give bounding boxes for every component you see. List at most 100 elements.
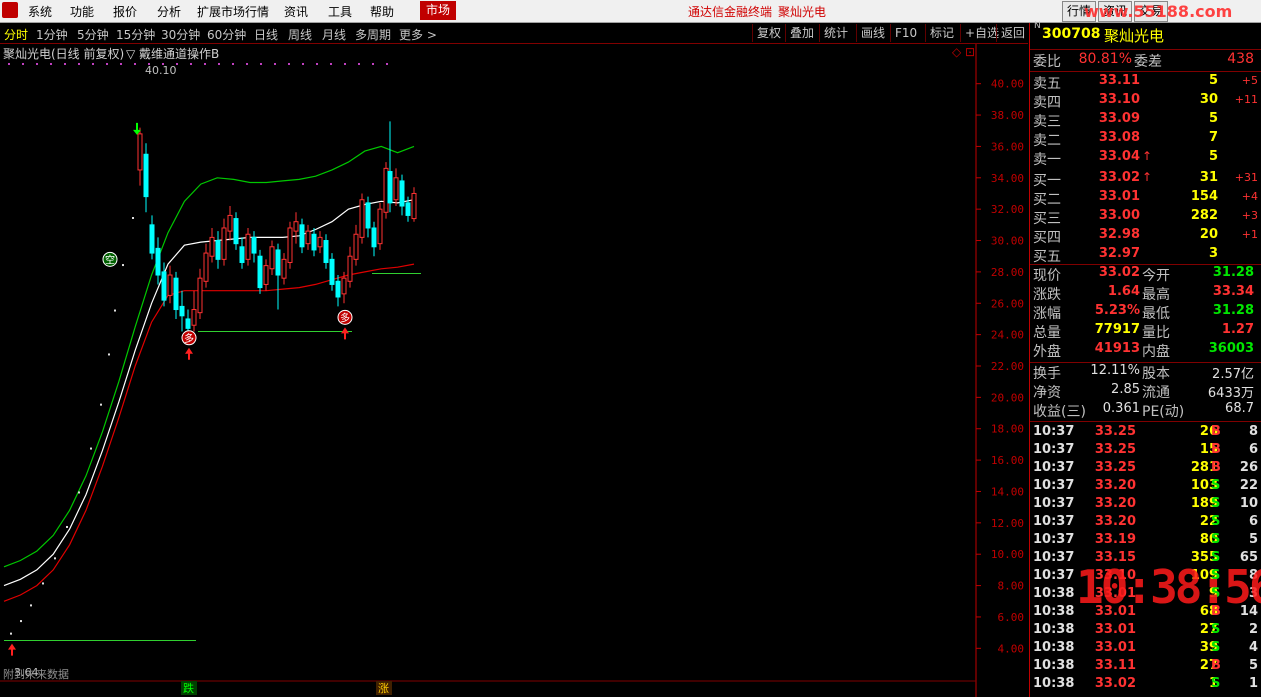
f10-button[interactable]: F10 — [890, 24, 921, 42]
period-15min[interactable]: 15分钟 — [116, 26, 155, 43]
period-monthly[interactable]: 月线 — [322, 26, 346, 43]
menu-news[interactable]: 资讯 — [284, 3, 308, 20]
order-volume: 31 — [1199, 170, 1218, 185]
tick-row: 10:37 33.20 22 S 6 — [1030, 513, 1261, 531]
period-60min[interactable]: 60分钟 — [207, 26, 246, 43]
candle-body — [411, 192, 417, 220]
tick-time: 10:38 — [1033, 640, 1075, 655]
candle-body — [305, 230, 311, 245]
candle-body — [233, 218, 239, 245]
bid-row[interactable]: 买三 33.00 282 +3 — [1030, 207, 1261, 227]
price-axis-label: 8.00 — [998, 580, 1025, 593]
indicator-dot — [358, 63, 360, 65]
indicator-dot — [330, 63, 332, 65]
menu-help[interactable]: 帮助 — [370, 3, 394, 20]
tick-side: S — [1211, 622, 1221, 637]
tick-side: S — [1211, 676, 1221, 691]
chart-expand-icon[interactable]: ◇ ⊡ — [952, 45, 975, 59]
order-volume: 7 — [1208, 130, 1218, 145]
statistics-button[interactable]: 统计 — [819, 24, 852, 42]
weicha-value: 438 — [1227, 51, 1254, 67]
tick-row: 10:38 33.02 1 S 1 — [1030, 675, 1261, 693]
period-1min[interactable]: 1分钟 — [36, 26, 68, 43]
tick-side: B — [1211, 658, 1221, 673]
candle-body — [191, 309, 197, 326]
menu-function[interactable]: 功能 — [70, 3, 94, 20]
app-title: 通达信金融终端 — [688, 5, 773, 19]
tick-row: 10:38 33.01 27 S 2 — [1030, 621, 1261, 639]
order-change: +4 — [1241, 190, 1258, 203]
bid-row[interactable]: 买四 32.98 20 +1 — [1030, 226, 1261, 246]
quote-panel: N 300708 聚灿光电 委比 80.81% 委差 438 卖五 33.11 5 +… — [1029, 21, 1261, 697]
order-level-label: 买五 — [1033, 249, 1061, 265]
stat-label: 今开 — [1142, 268, 1170, 284]
price-axis-label: 30.00 — [991, 235, 1024, 248]
ask-row[interactable]: 卖四 33.10 30 +11 — [1030, 91, 1261, 111]
candle-body — [209, 236, 215, 257]
period-multi[interactable]: 多周期 — [355, 26, 391, 43]
high-price-label: 40.10 — [145, 64, 177, 77]
period-more[interactable]: 更多 > — [399, 26, 437, 43]
period-intraday[interactable]: 分时 — [4, 26, 28, 43]
indicator-name[interactable]: ▽ 戴维通道操作B — [126, 46, 219, 61]
candle-body — [155, 247, 161, 276]
order-level-label: 卖五 — [1033, 76, 1061, 92]
ask-row[interactable]: 卖三 33.09 5 — [1030, 110, 1261, 130]
stat-label: 内盘 — [1142, 344, 1170, 360]
ask-row[interactable]: 卖五 33.11 5 +5 — [1030, 72, 1261, 92]
info-value: 6433万 — [1207, 386, 1254, 401]
ask-row[interactable]: 卖二 33.08 7 — [1030, 129, 1261, 149]
info-label: 换手 — [1033, 366, 1061, 382]
menu-analysis[interactable]: 分析 — [157, 3, 181, 20]
window-stock-title: 聚灿光电 — [778, 5, 827, 19]
indicator-dot — [372, 63, 374, 65]
indicator-dot — [260, 63, 262, 65]
order-volume: 5 — [1208, 149, 1218, 164]
candle-body — [353, 233, 359, 260]
indicator-dot — [344, 63, 346, 65]
order-price: 32.97 — [1098, 246, 1140, 261]
stat-label: 涨跌 — [1033, 287, 1061, 303]
period-5min[interactable]: 5分钟 — [77, 26, 109, 43]
market-button[interactable]: 市场 — [420, 1, 457, 20]
stock-code: 300708 — [1042, 26, 1101, 42]
tick-side: S — [1211, 640, 1221, 655]
period-weekly[interactable]: 周线 — [288, 26, 312, 43]
menu-extended-market[interactable]: 扩展市场行情 — [197, 3, 269, 20]
menu-tools[interactable]: 工具 — [328, 3, 352, 20]
order-price: 33.01 — [1098, 189, 1140, 204]
mark-button[interactable]: 标记 — [925, 24, 958, 42]
order-price: 33.00 — [1098, 208, 1140, 223]
candle-body — [399, 180, 405, 207]
tick-row: 10:38 33.01 39 S 4 — [1030, 639, 1261, 657]
bid-row[interactable]: 买二 33.01 154 +4 — [1030, 188, 1261, 208]
order-level-label: 卖四 — [1033, 95, 1061, 111]
bid-row[interactable]: 买一 33.02 ↑ 31 +31 — [1030, 169, 1261, 189]
ask-row[interactable]: 卖一 33.04 ↑ 5 — [1030, 148, 1261, 168]
limit-up-dot — [114, 309, 116, 312]
menu-system[interactable]: 系统 — [28, 3, 52, 20]
tick-count: 26 — [1239, 460, 1258, 475]
bid-row[interactable]: 买五 32.97 3 — [1030, 245, 1261, 265]
back-button[interactable]: 返回 — [996, 24, 1029, 42]
stat-value: 31.28 — [1212, 303, 1254, 318]
draw-line-button[interactable]: 画线 — [856, 24, 889, 42]
order-price: 33.02 — [1098, 170, 1140, 185]
candle-body — [347, 255, 353, 282]
adjust-button[interactable]: 复权 — [752, 24, 785, 42]
app-logo-icon — [2, 2, 18, 18]
tick-time: 10:37 — [1033, 568, 1075, 583]
overlay-button[interactable]: 叠加 — [785, 24, 818, 42]
period-30min[interactable]: 30分钟 — [161, 26, 200, 43]
info-value: 12.11% — [1090, 363, 1140, 378]
indicator-dot — [246, 63, 248, 65]
period-daily[interactable]: 日线 — [254, 26, 278, 43]
menu-bar: 系统 功能 报价 分析 扩展市场行情 资讯 工具 帮助 市场 通达信金融终端 聚… — [0, 0, 1261, 23]
menu-quote[interactable]: 报价 — [113, 3, 137, 20]
kline-chart[interactable]: 40.00 38.00 36.00 34.00 32.00 30.00 28.00 26.00… — [0, 44, 1028, 697]
stat-label: 总量 — [1033, 325, 1061, 341]
tick-time: 10:37 — [1033, 424, 1075, 439]
indicator-dot — [92, 63, 94, 65]
candle-body — [311, 233, 317, 251]
price-axis-label: 34.00 — [991, 172, 1024, 185]
